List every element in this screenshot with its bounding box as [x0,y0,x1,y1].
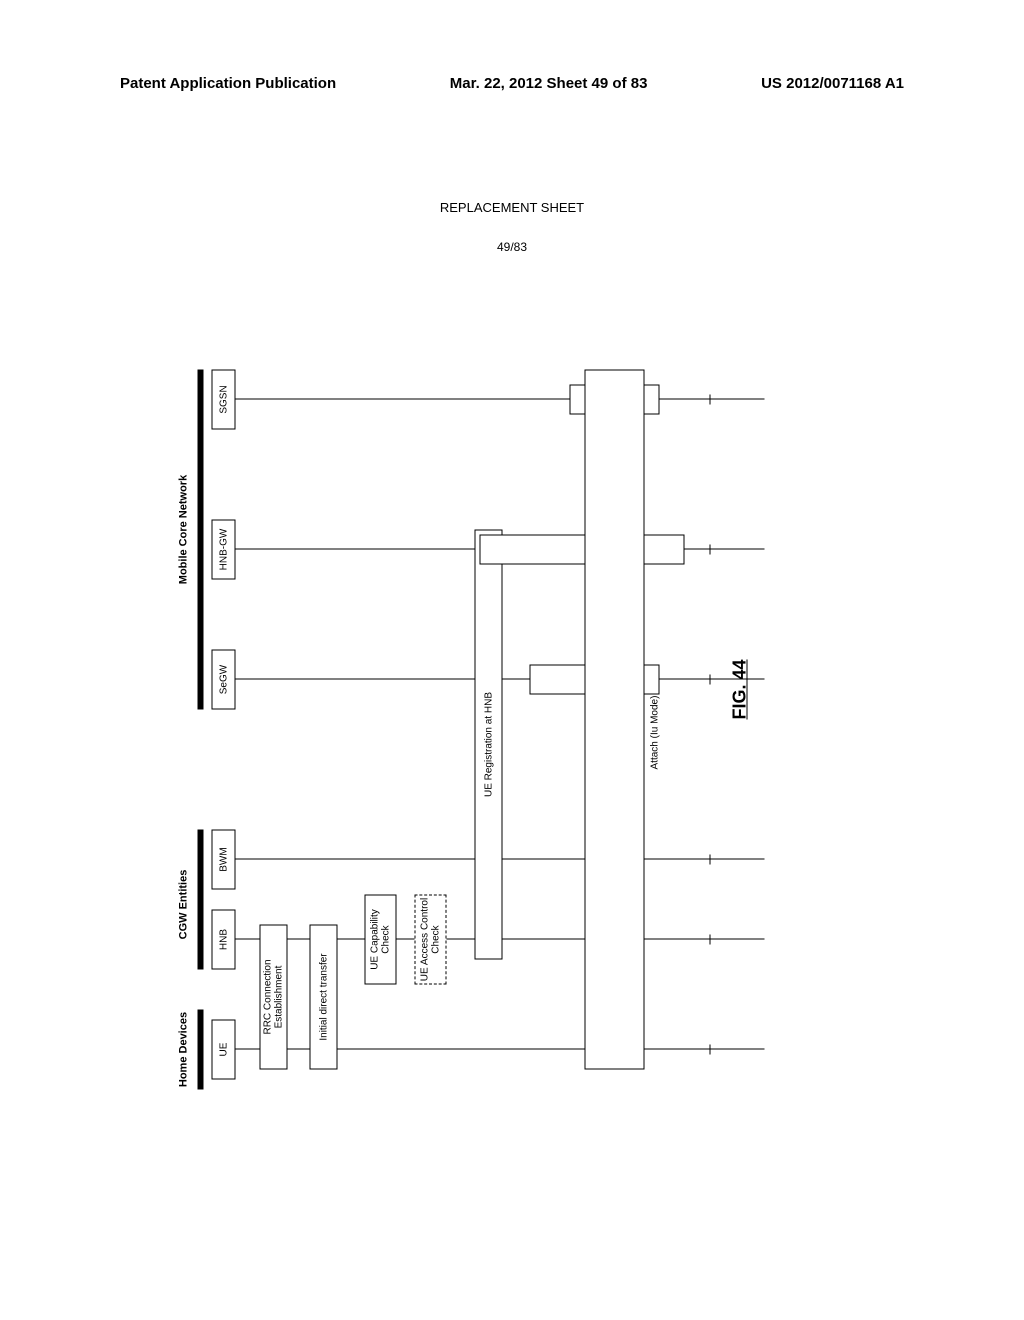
proc-attach-label: Attach (Iu Mode) [650,696,661,770]
tick-ue [710,1045,711,1055]
tick-hnb [710,935,711,945]
proc-registration: UE Registration at HNB [475,530,503,960]
replacement-label: REPLACEMENT SHEET [0,200,1024,215]
group-home-label: Home Devices [178,1000,190,1100]
group-cgw-label: CGW Entities [178,855,190,955]
activation-hnbgw [480,535,685,565]
header-center: Mar. 22, 2012 Sheet 49 of 83 [450,75,648,92]
lifeline-sgsn [236,399,765,400]
group-core-bar [198,370,204,710]
proc-capability: UE Capability Check [365,895,397,985]
actor-sgsn: SGSN [212,370,236,430]
actor-hnbgw: HNB-GW [212,520,236,580]
actor-bwm: BWM [212,830,236,890]
actor-ue: UE [212,1020,236,1080]
proc-access-control: UE Access Control Check [415,895,447,985]
group-core-label: Mobile Core Network [178,460,190,600]
tick-hnbgw [710,545,711,555]
tick-segw [710,675,711,685]
sequence-diagram: Home Devices CGW Entities Mobile Core Ne… [63,388,893,963]
actor-segw: SeGW [212,650,236,710]
tick-bwm [710,855,711,865]
actor-hnb: HNB [212,910,236,970]
proc-rrc: RRC Connection Establishment [260,925,288,1070]
header-left: Patent Application Publication [120,75,336,92]
tick-sgsn [710,395,711,405]
sheet-number: 49/83 [0,240,1024,254]
figure-label: FIG. 44 [730,659,751,719]
proc-attach-box [585,370,645,1070]
group-home-bar [198,1010,204,1090]
header-right: US 2012/0071168 A1 [761,75,904,92]
proc-idt: Initial direct transfer [310,925,338,1070]
group-cgw-bar [198,830,204,970]
